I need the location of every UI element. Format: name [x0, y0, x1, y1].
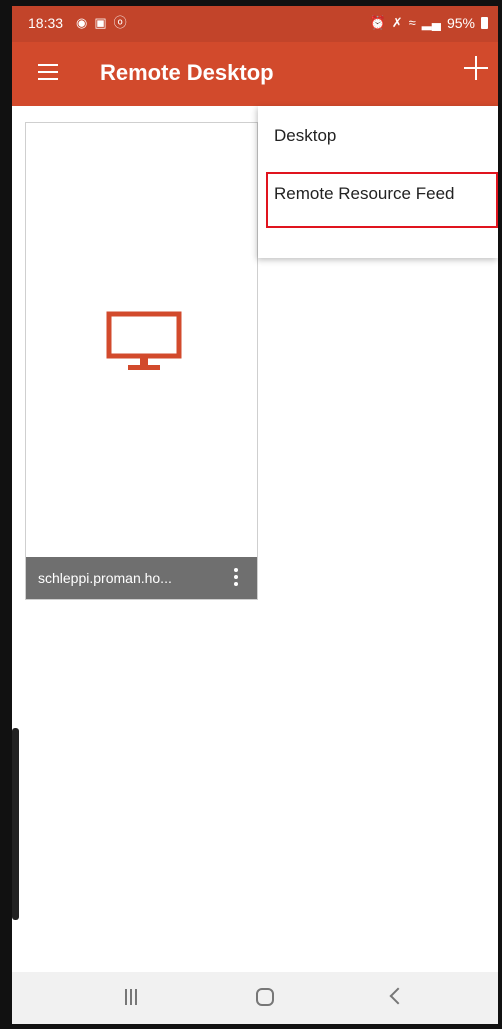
tile-footer: schleppi.proman.ho... — [26, 557, 257, 599]
alarm-icon: ⏰ — [369, 15, 386, 30]
battery-percent: 95% — [446, 15, 475, 31]
highlight-box — [266, 172, 498, 228]
cast-icon: ▣ — [94, 15, 107, 30]
status-notification-icons: ◉ ▣ ⓞ — [76, 15, 127, 31]
device-frame-right — [498, 0, 502, 1029]
nav-bar — [12, 972, 498, 1024]
status-bar: 18:33 ◉ ▣ ⓞ ⏰ ✗ ≈ ▂▄ 95% — [12, 6, 498, 42]
status-system-icons: ⏰ ✗ ≈ ▂▄ 95% — [370, 15, 488, 31]
recents-icon[interactable] — [125, 989, 139, 1005]
e-icon: ⓞ — [113, 15, 127, 30]
eye-icon: ◉ — [76, 15, 88, 30]
device-frame-left — [0, 0, 12, 1029]
menu-item-label: Desktop — [274, 126, 337, 145]
signal-icon: ▂▄ — [421, 15, 441, 30]
more-vert-icon[interactable] — [233, 568, 239, 588]
side-button — [12, 728, 19, 920]
wifi-icon: ≈ — [408, 15, 416, 30]
battery-icon — [481, 17, 488, 29]
monitor-icon — [106, 311, 182, 370]
hamburger-icon[interactable] — [38, 64, 58, 80]
mute-icon: ✗ — [391, 15, 403, 30]
back-icon[interactable] — [389, 987, 407, 1005]
app-bar: Remote Desktop — [12, 42, 498, 106]
device-frame-bottom — [0, 1024, 502, 1029]
desktop-tile[interactable]: schleppi.proman.ho... — [25, 122, 258, 600]
menu-item-desktop[interactable]: Desktop — [258, 110, 498, 162]
status-time: 18:33 — [28, 15, 64, 31]
plus-icon[interactable] — [464, 56, 488, 80]
tile-name: schleppi.proman.ho... — [38, 570, 172, 586]
app-title: Remote Desktop — [100, 60, 274, 85]
home-icon[interactable] — [256, 988, 274, 1006]
